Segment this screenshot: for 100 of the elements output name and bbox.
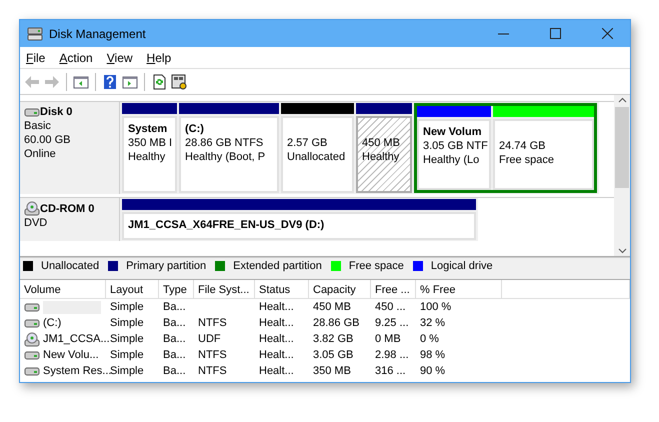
- table-cell-text: 450 ...: [375, 300, 406, 315]
- disk-name: Disk 0: [40, 105, 72, 119]
- table-cell-text: Simple: [110, 364, 144, 379]
- table-cell-text: 28.86 GB: [313, 316, 360, 331]
- scroll-up-icon: [618, 97, 626, 103]
- console-tree-icon[interactable]: [73, 74, 89, 90]
- help-icon[interactable]: [102, 74, 118, 90]
- disk-detail: Online: [24, 147, 57, 161]
- disk-name: CD-ROM 0: [40, 202, 94, 216]
- table-cell-text: (C:): [43, 316, 62, 331]
- table-cell-text: Ba...: [163, 348, 186, 363]
- legend-label: Extended partition: [233, 258, 322, 274]
- disk-detail: Basic: [24, 119, 52, 133]
- column-header[interactable]: Volume: [20, 280, 106, 299]
- blurred-name-placeholder: [43, 300, 101, 314]
- partition-title: JM1_CCSA_X64FRE_EN-US_DV9 (D:): [128, 218, 326, 232]
- table-cell-text: Simple: [110, 332, 144, 347]
- maximize-icon: [550, 28, 560, 39]
- table-cell-text: 2.98 ...: [375, 348, 409, 363]
- drive-icon: [24, 300, 40, 314]
- close-icon: [602, 28, 612, 39]
- menu-item[interactable]: View: [106, 48, 133, 66]
- table-cell-text: Healt...: [259, 364, 294, 379]
- partition-block[interactable]: 450 MB Healthy: [356, 116, 412, 193]
- window-title: Disk Management: [49, 26, 147, 42]
- table-cell-text: 0 MB: [375, 332, 401, 347]
- drive-icon: [24, 316, 40, 330]
- table-cell-text: Healt...: [259, 300, 294, 315]
- column-header[interactable]: Capacity: [309, 280, 371, 299]
- app-icon: [27, 26, 43, 42]
- menu-item[interactable]: File: [26, 48, 46, 66]
- legend-label: Primary partition: [126, 258, 206, 274]
- column-header[interactable]: Layout: [106, 280, 159, 299]
- column-header[interactable]: Status: [255, 280, 309, 299]
- drive-icon: [24, 364, 40, 378]
- partition-info: Healthy (Lo: [423, 153, 480, 167]
- partition-block[interactable]: JM1_CCSA_X64FRE_EN-US_DV9 (D:): [122, 212, 476, 240]
- table-cell-text: New Volu...: [43, 348, 99, 363]
- scroll-down-icon: [618, 248, 626, 254]
- partition-block[interactable]: 2.57 GB Unallocated: [281, 116, 354, 193]
- drive-icon: [24, 348, 40, 362]
- legend-label: Unallocated: [41, 258, 100, 274]
- table-cell-text: 3.05 GB: [313, 348, 354, 363]
- partition-info: Free space: [499, 153, 556, 167]
- table-cell-text: Ba...: [163, 364, 186, 379]
- menu-item[interactable]: Action: [59, 48, 93, 66]
- partition-info: Healthy: [128, 150, 166, 164]
- table-cell-text: System Res...: [43, 364, 112, 379]
- legend-label: Free space: [348, 258, 404, 274]
- partition-info: 350 MB I: [128, 136, 171, 150]
- partition-block[interactable]: System 350 MB I Healthy: [122, 116, 177, 193]
- partition-info: 24.74 GB: [499, 139, 546, 153]
- table-cell-text: Ba...: [163, 332, 186, 347]
- table-cell-text: Ba...: [163, 316, 186, 331]
- partition-title: (C:): [185, 122, 205, 136]
- partition-block[interactable]: New Volum 3.05 GB NTF Healthy (Lo: [417, 119, 491, 190]
- table-cell-text: 9.25 ...: [375, 316, 409, 331]
- table-cell-text: 100 %: [420, 300, 452, 315]
- menu-item[interactable]: Help: [146, 48, 172, 66]
- drive-icon: [24, 106, 40, 118]
- action-pane-icon[interactable]: [122, 74, 138, 90]
- partition-info: 2.57 GB: [287, 136, 328, 150]
- disk-detail: DVD: [24, 216, 48, 230]
- table-cell-text: 32 %: [420, 316, 446, 331]
- partition-block[interactable]: 24.74 GB Free space: [493, 119, 594, 190]
- table-cell-text: Ba...: [163, 300, 186, 315]
- table-cell-text: 450 MB: [313, 300, 351, 315]
- column-header[interactable]: Free ...: [371, 280, 416, 299]
- legend-label: Logical drive: [430, 258, 493, 274]
- column-header[interactable]: Type: [159, 280, 194, 299]
- partition-info: 28.86 GB NTFS: [185, 136, 264, 150]
- partition-info: Healthy (Boot, P: [185, 150, 266, 164]
- table-cell-text: Simple: [110, 316, 144, 331]
- partition-info: Healthy: [362, 150, 400, 164]
- table-cell-text: Simple: [110, 300, 144, 315]
- table-cell-text: NTFS: [198, 364, 227, 379]
- partition-title: New Volum: [423, 125, 482, 139]
- column-header[interactable]: File Syst...: [194, 280, 255, 299]
- refresh-icon[interactable]: [151, 74, 167, 90]
- cd-drive-icon: [24, 332, 40, 346]
- column-header[interactable]: % Free: [416, 280, 502, 299]
- partition-info: Unallocated: [287, 150, 346, 164]
- table-cell-text: Healt...: [259, 348, 294, 363]
- scrollbar[interactable]: [614, 95, 630, 256]
- table-cell-text: Healt...: [259, 332, 294, 347]
- properties-icon[interactable]: [171, 74, 187, 90]
- table-cell-text: UDF: [198, 332, 221, 347]
- table-cell-text: 316 ...: [375, 364, 406, 379]
- table-cell-text: NTFS: [198, 316, 227, 331]
- table-cell-text: JM1_CCSA...: [43, 332, 110, 347]
- partition-info: 3.05 GB NTF: [423, 139, 485, 153]
- table-cell-text: 98 %: [420, 348, 446, 363]
- partition-block[interactable]: (C:) 28.86 GB NTFS Healthy (Boot, P: [179, 116, 279, 193]
- table-cell-text: 0 %: [420, 332, 439, 347]
- cd-drive-icon: [24, 201, 40, 216]
- table-cell-text: 90 %: [420, 364, 446, 379]
- table-cell-text: 3.82 GB: [313, 332, 354, 347]
- table-cell-text: NTFS: [198, 348, 227, 363]
- table-cell-text: Healt...: [259, 316, 294, 331]
- table-cell-text: 350 MB: [313, 364, 351, 379]
